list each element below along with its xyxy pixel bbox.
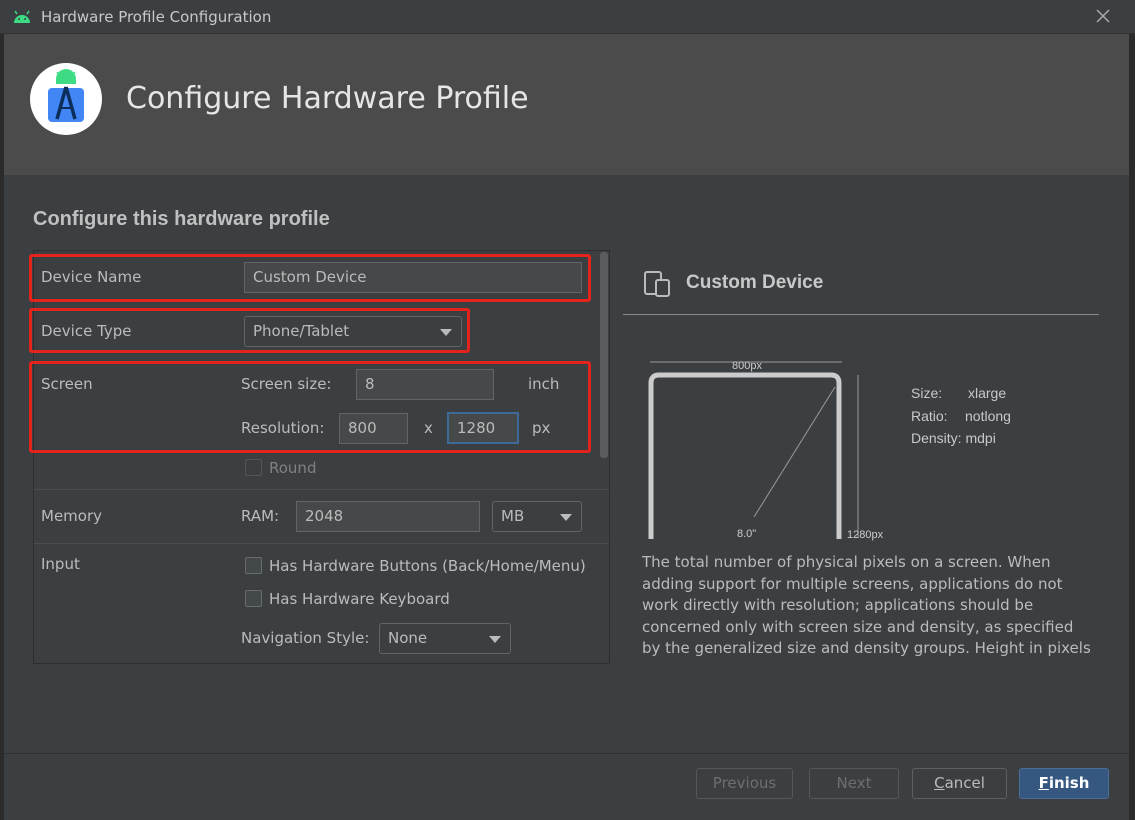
ram-unit-dropdown[interactable]: MB [492, 501, 582, 532]
cancel-mnemonic: C [934, 774, 945, 792]
navigation-style-value: None [388, 629, 428, 647]
ram-unit-value: MB [501, 507, 525, 525]
round-checkbox[interactable] [245, 459, 262, 476]
divider [34, 543, 609, 544]
spec-ratio-label: Ratio: [911, 408, 948, 424]
hardware-keyboard-checkbox[interactable] [245, 590, 262, 607]
highlight-screen [29, 361, 591, 453]
section-title: Configure this hardware profile [33, 208, 330, 230]
finish-button[interactable]: Finish [1019, 768, 1109, 799]
android-icon [14, 10, 30, 23]
hardware-buttons-label: Has Hardware Buttons (Back/Home/Menu) [269, 557, 586, 575]
navigation-style-label: Navigation Style: [241, 629, 370, 647]
ram-label: RAM: [241, 507, 280, 525]
next-button[interactable]: Next [809, 768, 899, 799]
input-label: Input [41, 555, 80, 573]
window-title: Hardware Profile Configuration [41, 8, 272, 26]
preview-description: The total number of physical pixels on a… [642, 553, 1091, 657]
previous-button[interactable]: Previous [696, 768, 793, 799]
spec-density: Density: mdpi [911, 430, 996, 446]
highlight-device-name [29, 254, 591, 302]
chevron-down-icon [489, 636, 501, 643]
divider [34, 489, 609, 490]
diagonal-label: 8.0" [737, 528, 756, 540]
width-label: 800px [732, 360, 762, 372]
highlight-device-type [29, 308, 470, 353]
preview-title: Custom Device [686, 272, 824, 293]
memory-label: Memory [41, 507, 103, 525]
wizard-content: Configure this hardware profile Device N… [4, 175, 1129, 753]
device-preview-icon [644, 271, 670, 297]
finish-label: inish [1048, 774, 1090, 792]
finish-mnemonic: F [1038, 774, 1049, 792]
chevron-down-icon [560, 514, 572, 521]
hardware-buttons-checkbox[interactable] [245, 557, 262, 574]
ram-input[interactable]: 2048 [296, 501, 480, 532]
hardware-keyboard-label: Has Hardware Keyboard [269, 590, 450, 608]
spec-size-label: Size: [911, 385, 943, 401]
cancel-label: ancel [944, 774, 985, 792]
title-bar: Hardware Profile Configuration [0, 0, 1135, 34]
preview-divider [623, 314, 1099, 315]
cancel-button[interactable]: Cancel [912, 768, 1007, 799]
round-label: Round [269, 459, 317, 477]
screen-diagram: 800px 8.0" 1280px [648, 360, 884, 541]
wizard-header: Configure Hardware Profile [4, 34, 1129, 175]
height-label: 1280px [847, 529, 884, 541]
wizard-footer: Previous Next Cancel Finish [4, 753, 1129, 820]
header-title: Configure Hardware Profile [126, 81, 529, 116]
spec-ratio-value: notlong [965, 408, 1011, 424]
form-scrollbar[interactable] [600, 252, 608, 458]
navigation-style-dropdown[interactable]: None [379, 623, 511, 654]
background-strip-right [1129, 34, 1135, 820]
android-studio-logo [30, 63, 102, 135]
spec-size-value: xlarge [968, 385, 1007, 401]
android-studio-logo-icon [48, 69, 84, 122]
close-icon[interactable] [1093, 6, 1113, 26]
